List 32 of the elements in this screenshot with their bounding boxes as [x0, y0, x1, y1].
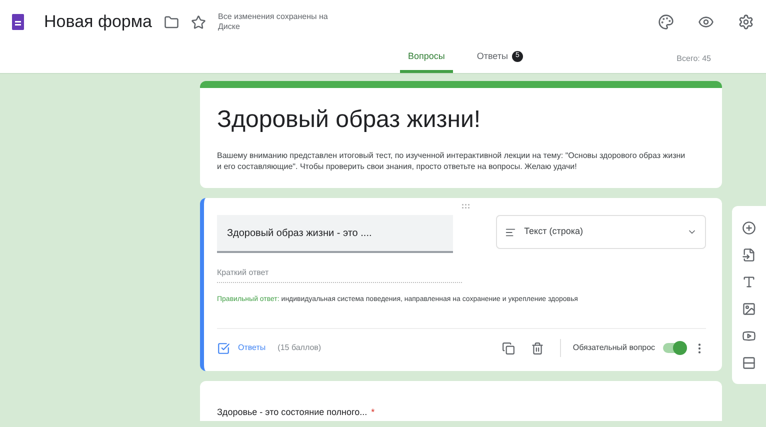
duplicate-icon[interactable]	[502, 342, 515, 354]
star-icon[interactable]	[191, 14, 206, 30]
folder-icon[interactable]	[164, 14, 179, 30]
checkbox-icon	[217, 342, 230, 354]
import-icon[interactable]	[742, 248, 756, 262]
form-document-icon[interactable]	[12, 14, 24, 30]
palette-icon[interactable]	[658, 14, 674, 30]
form-title[interactable]: Новая форма	[44, 9, 152, 35]
section-icon[interactable]	[742, 356, 756, 370]
form-description[interactable]: Вашему вниманию представлен итоговый тест, по изученной интерактивной лекции на тему: "Основы здорового образ жизни и его составляющие". Чтобы проверить свои знания, просто ответьте на вопросы. Желаю удачи!	[217, 150, 687, 172]
required-switch[interactable]	[663, 343, 686, 353]
total-count: Всего: 45	[676, 53, 711, 65]
question-title[interactable]: Здоровье - это состояние полного...	[217, 407, 368, 417]
video-icon[interactable]	[742, 328, 756, 342]
save-status: Все изменения сохранены на Диске	[218, 12, 328, 32]
image-icon[interactable]	[742, 302, 756, 316]
required-asterisk: *	[371, 407, 375, 417]
points-label: (15 баллов)	[278, 342, 322, 354]
form-heading[interactable]: Здоровый образ жизни!	[217, 102, 706, 138]
trash-icon[interactable]	[530, 342, 544, 354]
add-question-icon[interactable]	[742, 220, 756, 234]
question-type-dropdown[interactable]: Текст (строка)	[496, 215, 706, 249]
title-text-icon[interactable]	[742, 274, 756, 288]
short-text-icon	[505, 226, 516, 238]
eye-icon[interactable]	[698, 14, 714, 30]
settings-icon[interactable]	[738, 14, 754, 30]
tab[interactable]: Вопросы	[400, 50, 453, 73]
answer-key-link[interactable]: Ответы	[217, 342, 266, 354]
required-label: Обязательный вопрос	[572, 342, 656, 354]
drag-handle-icon[interactable]	[462, 204, 472, 209]
question-title-field[interactable]: Здоровый образ жизни - это ....	[217, 215, 453, 253]
short-answer-field: Краткий ответ	[217, 267, 462, 283]
